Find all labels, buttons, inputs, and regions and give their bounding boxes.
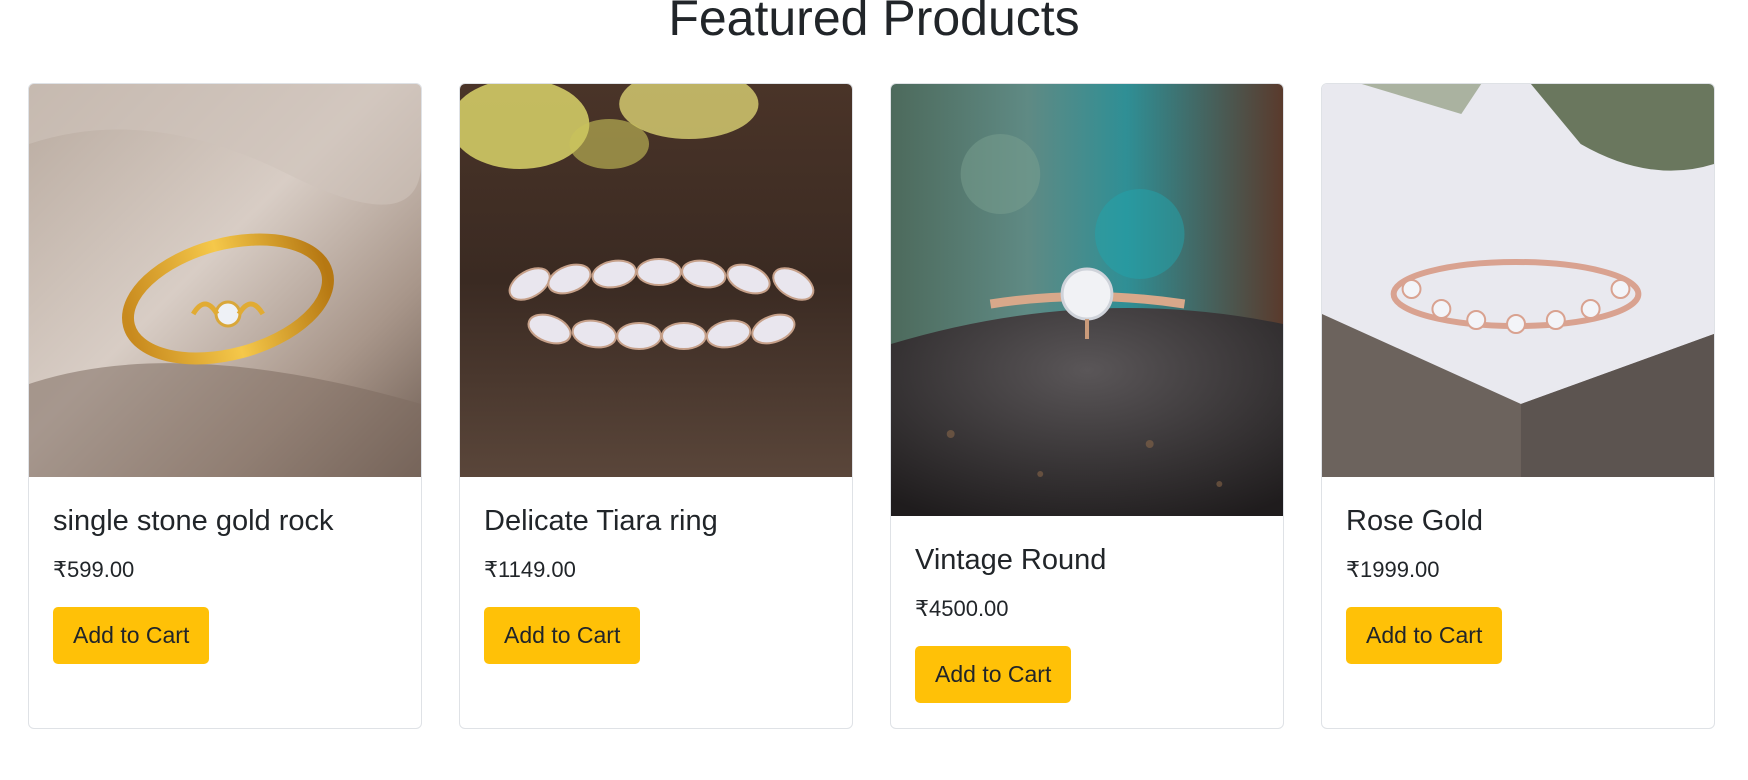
- product-price: ₹1999.00: [1346, 557, 1440, 582]
- product-image[interactable]: [891, 84, 1283, 516]
- product-name: Rose Gold: [1346, 505, 1484, 537]
- product-price: ₹599.00: [53, 557, 135, 582]
- product-card: Vintage Round ₹4500.00 Add to Cart: [890, 83, 1284, 729]
- product-image[interactable]: [29, 84, 421, 477]
- vintage-round-ring-image: [891, 84, 1283, 516]
- section-title: Featured Products: [668, 0, 1080, 46]
- product-name: Delicate Tiara ring: [484, 505, 718, 537]
- tiara-ring-image: [460, 84, 852, 477]
- product-card: Rose Gold ₹1999.00 Add to Cart: [1321, 83, 1715, 729]
- product-card: single stone gold rock ₹599.00 Add to Ca…: [28, 83, 422, 729]
- product-image[interactable]: [1322, 84, 1714, 477]
- add-to-cart-button[interactable]: Add to Cart: [915, 646, 1072, 703]
- add-to-cart-button[interactable]: Add to Cart: [53, 607, 210, 664]
- product-card: Delicate Tiara ring ₹1149.00 Add to Cart: [459, 83, 853, 729]
- add-to-cart-button[interactable]: Add to Cart: [1346, 607, 1503, 664]
- product-name: single stone gold rock: [53, 505, 334, 537]
- add-to-cart-button[interactable]: Add to Cart: [484, 607, 641, 664]
- featured-products-page: Featured Products single stone gold rock…: [0, 0, 1748, 780]
- product-name: Vintage Round: [915, 544, 1107, 576]
- product-price: ₹1149.00: [484, 557, 576, 582]
- product-price: ₹4500.00: [915, 596, 1009, 621]
- product-image[interactable]: [460, 84, 852, 477]
- rose-gold-band-image: [1322, 84, 1714, 477]
- gold-ring-single-stone-image: [29, 84, 421, 477]
